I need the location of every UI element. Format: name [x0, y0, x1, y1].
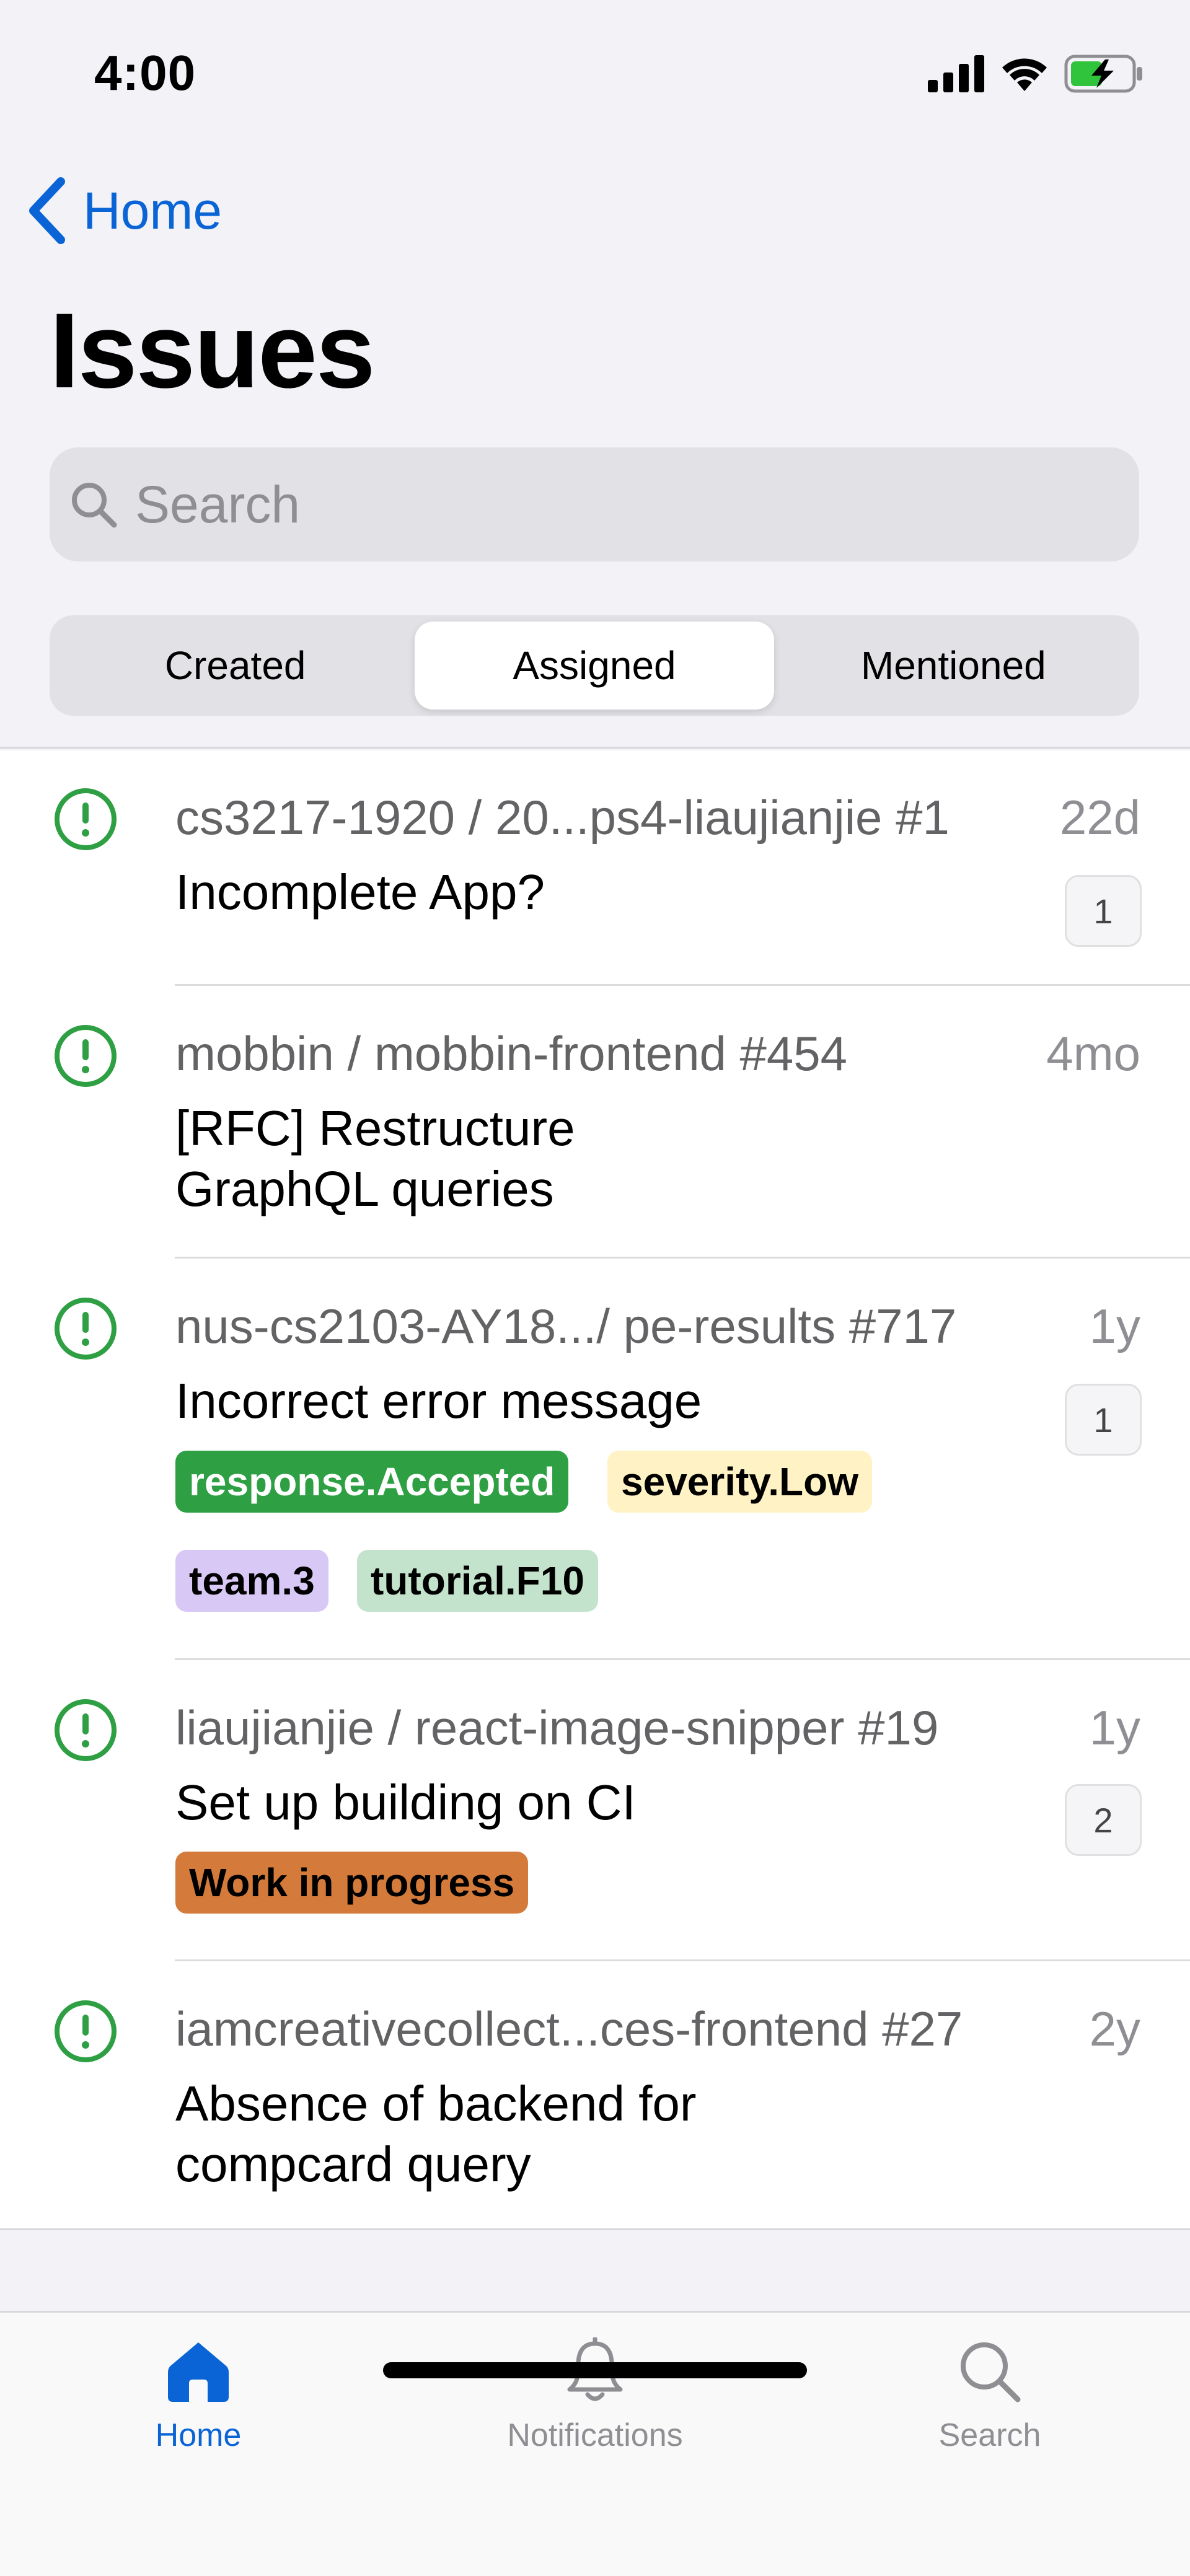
segment-mentioned[interactable]: Mentioned [774, 622, 1133, 710]
label-response-accepted[interactable]: response.Accepted [175, 1451, 569, 1513]
tab-home[interactable]: Home [68, 2337, 328, 2486]
search-icon [72, 483, 117, 528]
search-bar[interactable] [50, 447, 1139, 561]
issue-title-line-1: [RFC] Restructure [175, 1101, 575, 1156]
segment-created[interactable]: Created [56, 622, 415, 710]
wifi-icon [1002, 58, 1047, 91]
issue-open-icon [55, 1025, 117, 1087]
issue-time: 2y [1089, 2002, 1140, 2056]
issue-time: 22d [1059, 790, 1140, 845]
issue-row[interactable]: cs3217-1920 / 20...ps4-liaujianjie #1 22… [0, 750, 1190, 986]
comment-count-badge: 1 [1065, 875, 1142, 947]
label-severity-low[interactable]: severity.Low [607, 1451, 872, 1513]
issue-time: 4mo [1046, 1026, 1140, 1081]
issue-title-line-2: compcard query [175, 2137, 531, 2192]
issue-title: Incomplete App? [175, 864, 545, 920]
home-icon [168, 2342, 229, 2402]
comment-count-badge: 1 [1065, 1384, 1142, 1456]
issue-row[interactable]: liaujianjie / react-image-snipper #19 1y… [0, 1660, 1190, 1961]
issue-repo: nus-cs2103-AY18.../ pe-results #717 [175, 1299, 957, 1353]
chevron-left-icon [29, 177, 65, 244]
issue-filter-segmented-control: Created Assigned Mentioned [50, 615, 1139, 716]
issue-open-icon [55, 1699, 117, 1761]
issue-list: cs3217-1920 / 20...ps4-liaujianjie #1 22… [0, 750, 1190, 2230]
issue-time: 1y [1089, 1700, 1140, 1755]
label-team-3[interactable]: team.3 [175, 1550, 328, 1612]
battery-charging-icon [1064, 55, 1142, 93]
segment-assigned[interactable]: Assigned [415, 622, 774, 710]
tab-label-search: Search [938, 2417, 1041, 2453]
tab-search[interactable]: Search [860, 2337, 1120, 2486]
issue-row[interactable]: iamcreativecollect...ces-frontend #27 2y… [0, 1961, 1190, 2230]
status-bar: 4:00 [0, 0, 1190, 146]
issue-row[interactable]: nus-cs2103-AY18.../ pe-results #717 1y I… [0, 1259, 1190, 1660]
comment-count-badge: 2 [1065, 1784, 1142, 1856]
back-label: Home [83, 181, 223, 240]
cellular-signal-icon [928, 55, 984, 92]
back-button[interactable]: Home [25, 174, 222, 248]
label-work-in-progress[interactable]: Work in progress [175, 1852, 529, 1914]
issue-open-icon [55, 1298, 117, 1360]
issue-time: 1y [1089, 1299, 1140, 1353]
home-indicator [383, 2362, 807, 2378]
issue-title: Incorrect error message [175, 1373, 702, 1428]
issue-repo: liaujianjie / react-image-snipper #19 [175, 1700, 939, 1755]
tab-label-home: Home [155, 2417, 242, 2453]
header-area: 4:00 Home Issues Search Created Assigned… [0, 0, 1190, 749]
tab-label-notifications: Notifications [507, 2417, 683, 2453]
issue-repo: mobbin / mobbin-frontend #454 [175, 1026, 848, 1081]
status-icons [928, 52, 1144, 95]
issue-title-line-2: GraphQL queries [175, 1161, 554, 1216]
label-tutorial-f10[interactable]: tutorial.F10 [357, 1550, 598, 1612]
issue-open-icon [55, 788, 117, 850]
status-time: 4:00 [94, 45, 196, 100]
tab-notifications[interactable]: Notifications [465, 2337, 725, 2486]
tab-bar: Home Notifications Search [0, 2311, 1190, 2576]
issue-title: Set up building on CI [175, 1775, 636, 1830]
issue-repo: cs3217-1920 / 20...ps4-liaujianjie #1 [175, 790, 950, 845]
search-icon [961, 2342, 1021, 2402]
page-title: Issues [50, 291, 375, 410]
issue-title-line-1: Absence of backend for [175, 2076, 697, 2131]
issue-open-icon [55, 2000, 117, 2062]
search-input[interactable] [135, 474, 1065, 535]
issue-row[interactable]: mobbin / mobbin-frontend #454 4mo [RFC] … [0, 986, 1190, 1259]
issue-repo: iamcreativecollect...ces-frontend #27 [175, 2002, 963, 2056]
